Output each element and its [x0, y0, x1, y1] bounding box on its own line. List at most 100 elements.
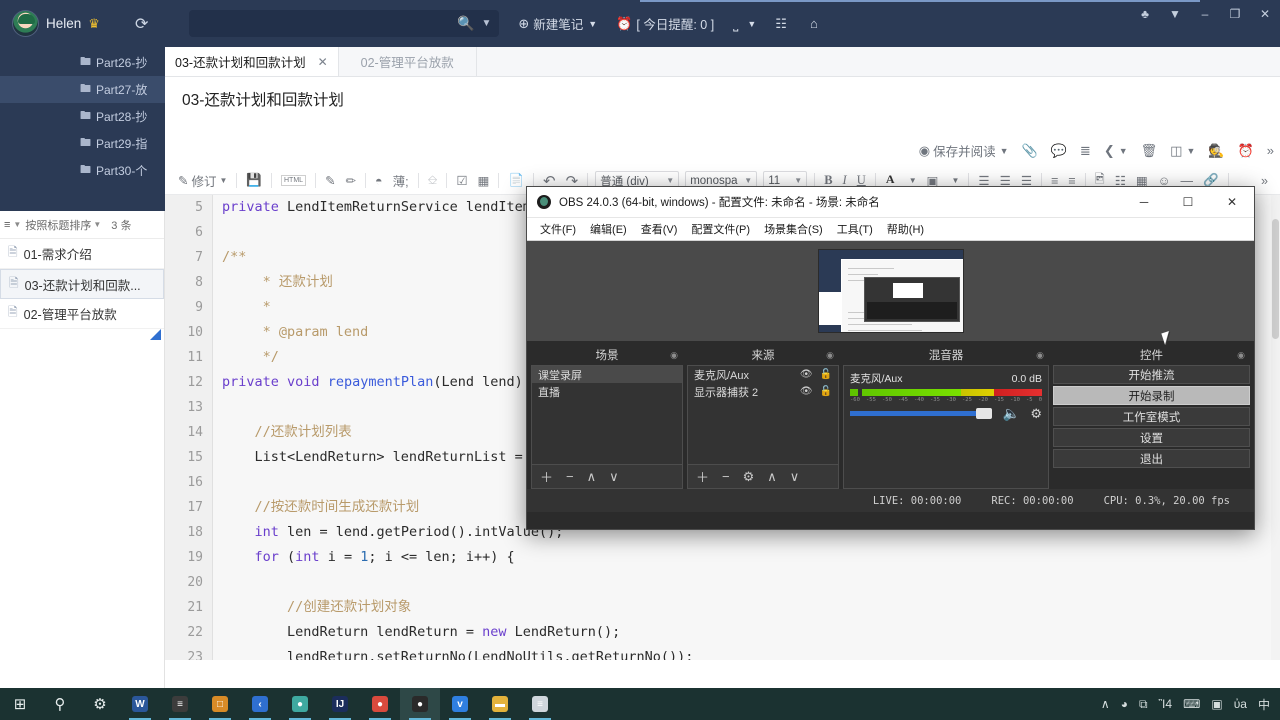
gear-icon[interactable]: ⚙	[1030, 406, 1042, 422]
search-input[interactable]: 🔍 ▼	[189, 10, 500, 37]
attachment-button[interactable]: 📎	[1022, 143, 1038, 159]
obs-scene-btn-0[interactable]: ＋	[540, 467, 553, 486]
sidebar-folder-2[interactable]: 🖿 Part28-抄	[0, 103, 165, 130]
revision-button[interactable]: ✎ 修订 ▼	[178, 171, 227, 190]
eye-icon[interactable]: 👁	[800, 369, 813, 380]
tray-volume-tray-icon[interactable]: ὐa	[1234, 697, 1247, 711]
chevron-down-icon[interactable]: ▼	[1000, 146, 1009, 156]
home-button[interactable]: ⌂	[810, 16, 822, 31]
obs-volume-slider[interactable]: 🔈 ⚙	[850, 405, 1042, 421]
no-distraction-button[interactable]: 🕵	[1208, 143, 1224, 159]
obs-menu-6[interactable]: 帮助(H)	[880, 221, 931, 237]
tray-network-tray-icon[interactable]: ▣	[1211, 697, 1222, 711]
template-button[interactable]: ⎒	[428, 173, 438, 188]
obs-menu-3[interactable]: 配置文件(P)	[684, 221, 757, 237]
obs-source-btn-0[interactable]: ＋	[696, 467, 709, 486]
taskbar-word-icon[interactable]: W	[120, 688, 160, 720]
chevron-down-icon[interactable]: ▼	[747, 19, 756, 29]
pin-icon[interactable]: ◉	[1237, 350, 1245, 361]
lock-icon[interactable]: 🔓	[820, 386, 832, 397]
restore-button[interactable]: ❐	[1220, 0, 1250, 28]
taskbar-search-icon[interactable]: ⚲	[40, 688, 80, 720]
tray-obs-tray-icon[interactable]: ◕	[1121, 697, 1128, 711]
share-button[interactable]: ❮ ▼	[1104, 143, 1128, 159]
obs-control-button-2[interactable]: 工作室模式	[1053, 407, 1250, 426]
obs-source-btn-1[interactable]: −	[722, 469, 730, 484]
obs-control-button-4[interactable]: 退出	[1053, 449, 1250, 468]
pin-icon[interactable]: ◉	[670, 350, 678, 361]
background-color-dropdown[interactable]: ▼	[948, 176, 959, 185]
obs-scene-btn-3[interactable]: ∨	[609, 469, 619, 485]
note-list-item-0[interactable]: 🗎 01-需求介绍	[0, 239, 164, 269]
editor-scrollbar-thumb[interactable]	[1272, 219, 1279, 339]
obs-menu-4[interactable]: 场景集合(S)	[757, 221, 830, 237]
editor-scrollbar-track[interactable]	[1271, 195, 1280, 660]
sync-icon[interactable]: ⟳	[135, 14, 148, 34]
save-and-read-button[interactable]: ◉ 保存并阅读 ▼	[919, 141, 1009, 160]
note-list-item-1[interactable]: 🗎 03-还款计划和回款...	[0, 269, 164, 299]
eraser-button[interactable]: 薄;	[393, 171, 409, 190]
sidebar-folder-0[interactable]: 🖿 Part26-抄	[0, 49, 165, 76]
taskbar-notepad-icon[interactable]: ≡	[520, 688, 560, 720]
obs-minimize-button[interactable]: ─	[1122, 187, 1166, 218]
pin-icon[interactable]: ◉	[1036, 350, 1044, 361]
taskbar-calculator-icon[interactable]: ≡	[160, 688, 200, 720]
clear-format-button[interactable]: ◓	[375, 174, 383, 188]
obs-control-button-3[interactable]: 设置	[1053, 428, 1250, 447]
obs-source-item-1[interactable]: 显示器捕获 2 👁 🔓	[688, 383, 838, 400]
obs-volume-track[interactable]	[850, 408, 992, 419]
outline-button[interactable]: ≣	[1080, 143, 1091, 159]
skin-icon[interactable]: ♣	[1130, 0, 1160, 28]
more-format-button[interactable]: »	[1261, 174, 1268, 188]
obs-titlebar[interactable]: OBS 24.0.3 (64-bit, windows) - 配置文件: 未命名…	[527, 187, 1254, 218]
apps-grid-button[interactable]: ☷	[775, 16, 791, 32]
obs-maximize-button[interactable]: ☐	[1166, 187, 1210, 218]
taskbar-youdao-icon[interactable]: ᴠ	[440, 688, 480, 720]
save-button[interactable]: 💾	[246, 173, 262, 188]
page-button[interactable]: 📄	[508, 173, 524, 188]
more-actions-button[interactable]: »	[1267, 143, 1274, 158]
sidebar-folder-1[interactable]: 🖿 Part27-放	[0, 76, 165, 103]
font-color-dropdown[interactable]: ▼	[906, 176, 917, 185]
obs-source-list[interactable]: 麦克风/Aux 👁 🔓 显示器捕获 2 👁 🔓	[687, 365, 839, 465]
obs-menu-2[interactable]: 查看(V)	[634, 221, 685, 237]
pin-icon[interactable]: ◉	[826, 350, 834, 361]
obs-preview-canvas[interactable]	[527, 241, 1254, 341]
eye-icon[interactable]: 👁	[800, 386, 813, 397]
sort-label[interactable]: 按照标题排序	[25, 217, 91, 233]
sidebar-folder-3[interactable]: 🖿 Part29-指	[0, 130, 165, 157]
lock-icon[interactable]: 🔓	[820, 369, 832, 380]
tray-copy-tray-icon[interactable]: ⧉	[1139, 697, 1148, 712]
obs-control-button-1[interactable]: 开始录制	[1053, 386, 1250, 405]
obs-mixer-body[interactable]: 麦克风/Aux 0.0 dB -60 -55 -50 -45 -40 -35 -30 -25-…	[843, 365, 1049, 489]
tray-∧[interactable]: ∧	[1101, 697, 1110, 711]
chevron-down-icon[interactable]: ▼	[220, 176, 228, 185]
tray-folder-tray-icon[interactable]: ⌨	[1183, 697, 1200, 711]
taskbar-vscode-icon[interactable]: ‹	[240, 688, 280, 720]
chevron-down-icon[interactable]: ▼	[481, 18, 491, 29]
note-list-item-2[interactable]: 🗎 02-管理平台放款	[0, 299, 164, 329]
taskbar-obs-icon[interactable]: ●	[400, 688, 440, 720]
obs-source-btn-3[interactable]: ∧	[767, 469, 777, 485]
obs-volume-knob[interactable]	[975, 408, 992, 419]
taskbar-settings-icon[interactable]: ⚙	[80, 688, 120, 720]
taskbar-explorer-icon[interactable]: ▬	[480, 688, 520, 720]
todo-button[interactable]: ☑	[456, 173, 467, 188]
chevron-down-icon[interactable]: ▼	[1119, 146, 1128, 156]
delete-button[interactable]: 🗑	[1141, 143, 1158, 159]
html-button[interactable]: HTML	[281, 175, 307, 186]
obs-scene-item-0[interactable]: 课堂录屏	[532, 366, 682, 383]
highlighter-button[interactable]: ✏	[346, 173, 356, 188]
taskbar-chrome-icon[interactable]: ●	[360, 688, 400, 720]
obs-scene-btn-1[interactable]: −	[566, 469, 574, 484]
taskbar-idea-icon[interactable]: IJ	[320, 688, 360, 720]
chevron-down-icon[interactable]: ▼	[13, 220, 21, 229]
obs-control-button-0[interactable]: 开始推流	[1053, 365, 1250, 384]
layout-button[interactable]: ◫ ▼	[1170, 143, 1195, 159]
reminder-button[interactable]: ⏰	[1238, 143, 1254, 159]
obs-source-item-0[interactable]: 麦克风/Aux 👁 🔓	[688, 366, 838, 383]
comment-button[interactable]: 💬	[1051, 143, 1067, 159]
chevron-down-icon[interactable]: ▼	[588, 19, 597, 29]
taskbar-start-button[interactable]: ⊞	[0, 688, 40, 720]
more-menu-icon[interactable]: ▼	[1160, 0, 1190, 28]
